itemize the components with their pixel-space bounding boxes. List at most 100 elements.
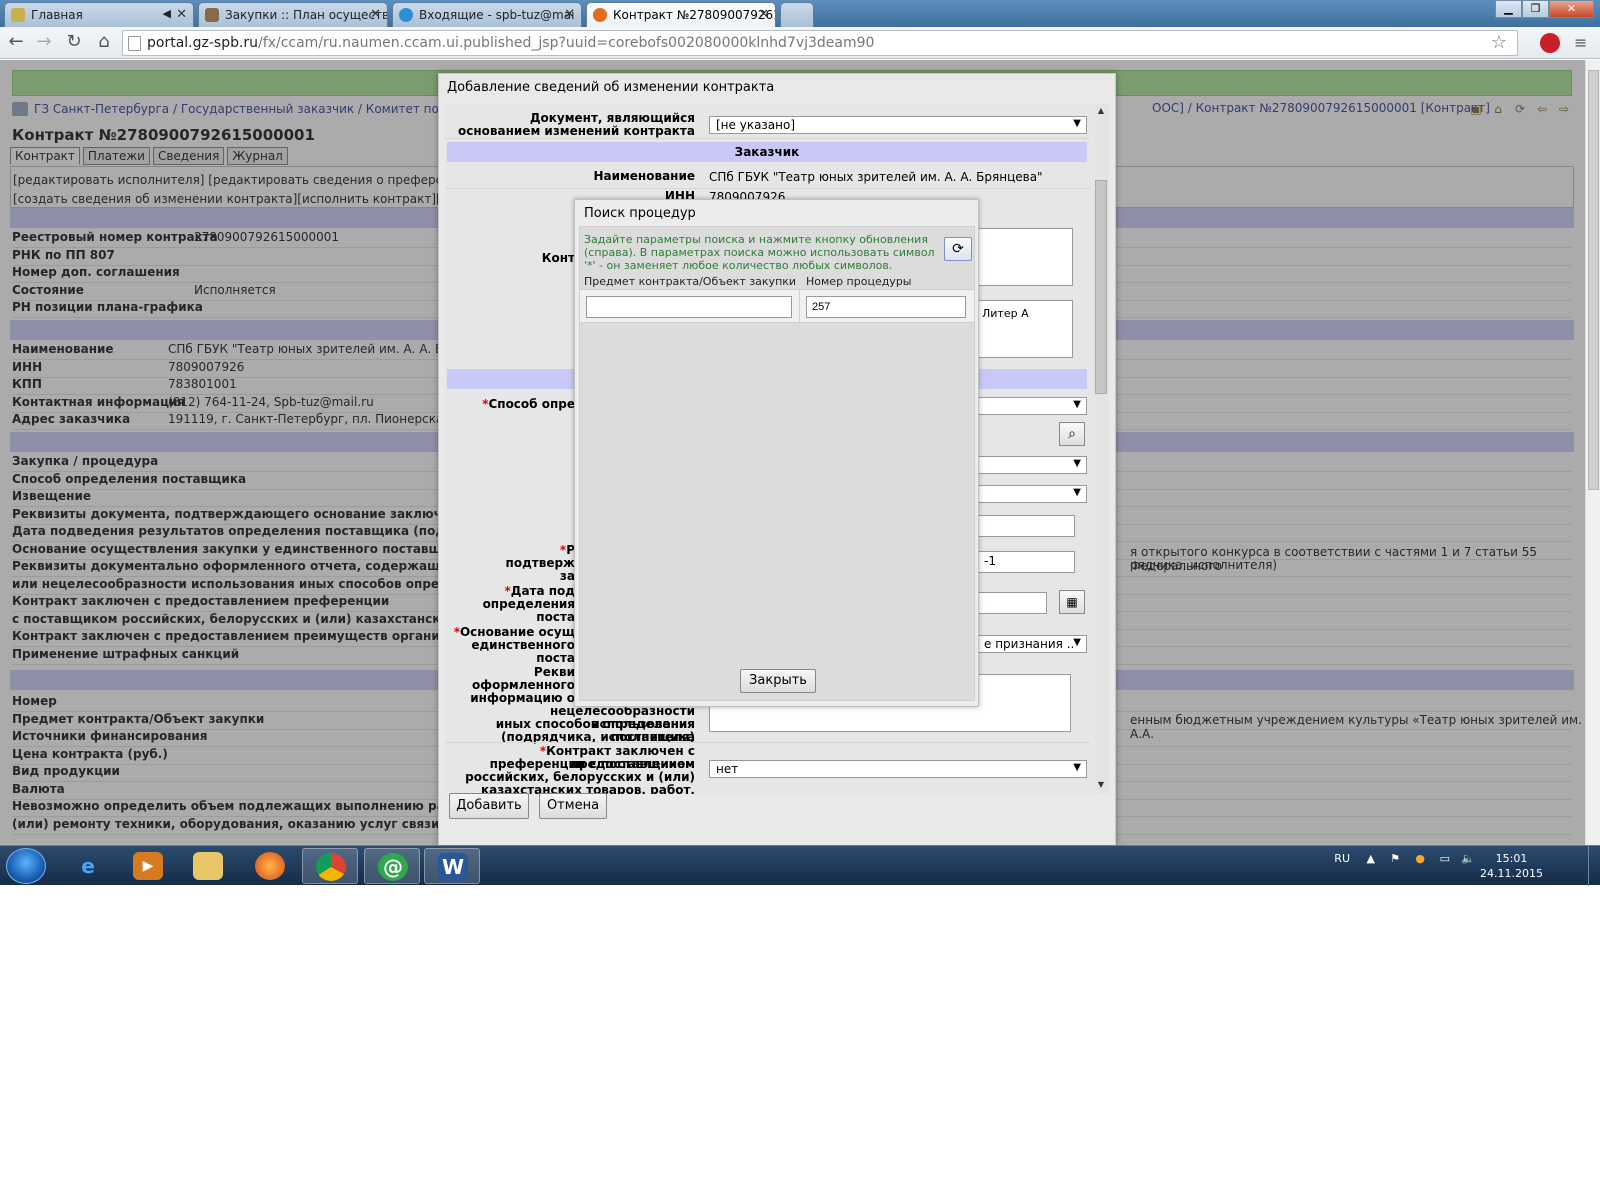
page-scrollbar[interactable] — [1585, 60, 1600, 850]
firefox-icon — [255, 852, 285, 880]
tab-label: Контракт №278090079261 — [613, 8, 776, 22]
field-label: Конт — [541, 251, 575, 265]
forward-arrow-icon[interactable]: → — [32, 31, 56, 55]
browser-tab-contract[interactable]: Контракт №278090079261 ✕ — [586, 2, 776, 27]
reload-icon[interactable]: ↻ — [62, 31, 86, 55]
back-arrow-icon[interactable]: ← — [4, 31, 28, 55]
close-tab-icon[interactable]: ✕ — [564, 7, 575, 22]
dialog-title: Добавление сведений об изменении контрак… — [447, 80, 775, 95]
show-hidden-icons[interactable]: ▲ — [1367, 852, 1375, 865]
url-input[interactable]: portal.gz-spb.ru/fx/ccam/ru.naumen.ccam.… — [122, 30, 1518, 56]
field-label: Документ, являющийся основанием изменени… — [458, 111, 695, 138]
close-window-icon[interactable]: ✕ — [1549, 0, 1594, 18]
section-customer: Заказчик — [447, 142, 1087, 162]
close-tab-icon[interactable]: ✕ — [758, 7, 769, 22]
taskbar-mail-agent[interactable]: @ — [364, 848, 420, 884]
close-tab-icon[interactable]: ✕ — [176, 7, 187, 22]
volume-icon[interactable]: 🔈 — [1461, 852, 1475, 865]
date-input[interactable] — [977, 592, 1047, 614]
customer-name: СПб ГБУК "Театр юных зрителей им. А. А. … — [709, 170, 1043, 184]
flag-icon[interactable]: ⚑ — [1390, 852, 1400, 865]
window-controls: ▁ ❐ ✕ — [1495, 0, 1594, 20]
mail-agent-icon: @ — [378, 853, 408, 881]
divider — [445, 188, 1090, 189]
adblock-icon[interactable] — [1540, 33, 1560, 53]
taskbar-firefox[interactable] — [242, 848, 298, 884]
procedure-number-input[interactable] — [806, 296, 966, 318]
browser-tab-zakupki[interactable]: Закупки :: План осуществ ✕ — [198, 2, 388, 27]
windows-taskbar: e ▶ @ W RU ▲ ⚑ ● ▭ 🔈 15:01 24.11.2015 — [0, 845, 1600, 886]
minimize-icon[interactable]: ▁ — [1495, 0, 1522, 18]
language-indicator[interactable]: RU — [1334, 852, 1350, 865]
menu-icon[interactable]: ≡ — [1574, 33, 1587, 52]
taskbar-media[interactable]: ▶ — [120, 848, 176, 884]
subject-search-input[interactable] — [586, 296, 792, 318]
tab-label: Главная — [31, 8, 83, 22]
close-button[interactable]: Закрыть — [740, 669, 816, 693]
field-label: *Способ опре — [482, 397, 575, 411]
refresh-button[interactable]: ⟳ — [944, 237, 972, 261]
divider — [799, 290, 800, 322]
chevron-down-icon: ▼ — [1073, 118, 1081, 129]
cancel-button[interactable]: Отмена — [539, 793, 607, 819]
notice-select[interactable]: ▼ — [977, 485, 1087, 503]
field-label: определения поста — [482, 597, 575, 624]
network-icon[interactable]: ▭ — [1440, 852, 1450, 865]
tab-label: Входящие - spb-tuz@mai — [419, 8, 575, 22]
scroll-up-icon[interactable]: ▲ — [1095, 106, 1107, 118]
add-button[interactable]: Добавить — [449, 793, 529, 819]
mute-icon[interactable]: ◀ — [163, 7, 171, 20]
field-label: подтверж — [505, 556, 575, 570]
procedure-select[interactable]: ▼ — [977, 456, 1087, 474]
procedure-search-dialog: Поиск процедур Задайте параметры поиска … — [574, 199, 979, 707]
divider — [445, 742, 1090, 743]
search-panel: Задайте параметры поиска и нажмите кнопк… — [579, 226, 975, 701]
chevron-down-icon: ▼ — [1073, 458, 1081, 469]
chevron-down-icon: ▼ — [1073, 762, 1081, 773]
home-icon[interactable]: ⌂ — [92, 31, 116, 55]
select-value: е признания .. — [984, 637, 1075, 651]
media-player-icon: ▶ — [133, 852, 163, 880]
select-value: нет — [716, 762, 739, 776]
contact-textarea[interactable] — [977, 228, 1073, 286]
dialog-scrollbar[interactable]: ▲ ▼ — [1094, 104, 1109, 794]
page-icon — [128, 36, 141, 51]
bookmark-star-icon[interactable]: ☆ — [1491, 32, 1507, 53]
taskbar-ie[interactable]: e — [60, 848, 116, 884]
scrollbar-thumb[interactable] — [1588, 70, 1599, 490]
new-tab-button[interactable] — [780, 2, 814, 27]
windows-start-icon[interactable] — [6, 848, 46, 884]
maximize-icon[interactable]: ❐ — [1522, 0, 1549, 18]
preference-select[interactable]: нет ▼ — [709, 760, 1087, 778]
browser-tab-home[interactable]: Главная ◀ ✕ — [4, 2, 194, 27]
field-label: Наименование — [593, 169, 695, 183]
address-toolbar: ← → ↻ ⌂ portal.gz-spb.ru/fx/ccam/ru.naum… — [0, 27, 1600, 59]
taskbar-word[interactable]: W — [424, 848, 480, 884]
url-host: portal.gz-spb.ru — [147, 35, 259, 51]
show-desktop-button[interactable] — [1588, 846, 1600, 886]
taskbar-chrome[interactable] — [302, 848, 358, 884]
close-tab-icon[interactable]: ✕ — [370, 7, 381, 22]
browser-tab-mail[interactable]: Входящие - spb-tuz@mai ✕ — [392, 2, 582, 27]
taskbar-explorer[interactable] — [180, 848, 236, 884]
url-path: /fx/ccam/ru.naumen.ccam.ui.published_jsp… — [258, 35, 875, 51]
doc-input[interactable] — [977, 515, 1075, 537]
basis-select[interactable]: е признания .. ▼ — [977, 635, 1087, 653]
doc-basis-select[interactable]: [не указано] ▼ — [709, 116, 1087, 134]
chevron-down-icon: ▼ — [1073, 487, 1081, 498]
tab-label: Закупки :: План осуществ — [225, 8, 388, 22]
word-icon: W — [438, 853, 468, 881]
dialog-title: Поиск процедур — [584, 206, 696, 221]
calendar-icon[interactable]: ▦ — [1059, 590, 1085, 614]
clock-time: 15:01 — [1495, 852, 1528, 865]
method-select[interactable]: ▼ — [977, 397, 1087, 415]
scroll-down-icon[interactable]: ▼ — [1095, 780, 1107, 792]
scrollbar-thumb[interactable] — [1095, 180, 1107, 394]
field-label: за — [559, 569, 575, 583]
address-textarea[interactable]: Литер А — [977, 300, 1073, 358]
requisites-input[interactable]: -1 — [977, 551, 1075, 573]
search-icon[interactable]: ⌕ — [1059, 422, 1085, 446]
odnoklassniki-icon[interactable]: ● — [1415, 852, 1425, 865]
system-clock[interactable]: 15:01 24.11.2015 — [1480, 851, 1543, 881]
ie-icon: e — [81, 854, 95, 878]
